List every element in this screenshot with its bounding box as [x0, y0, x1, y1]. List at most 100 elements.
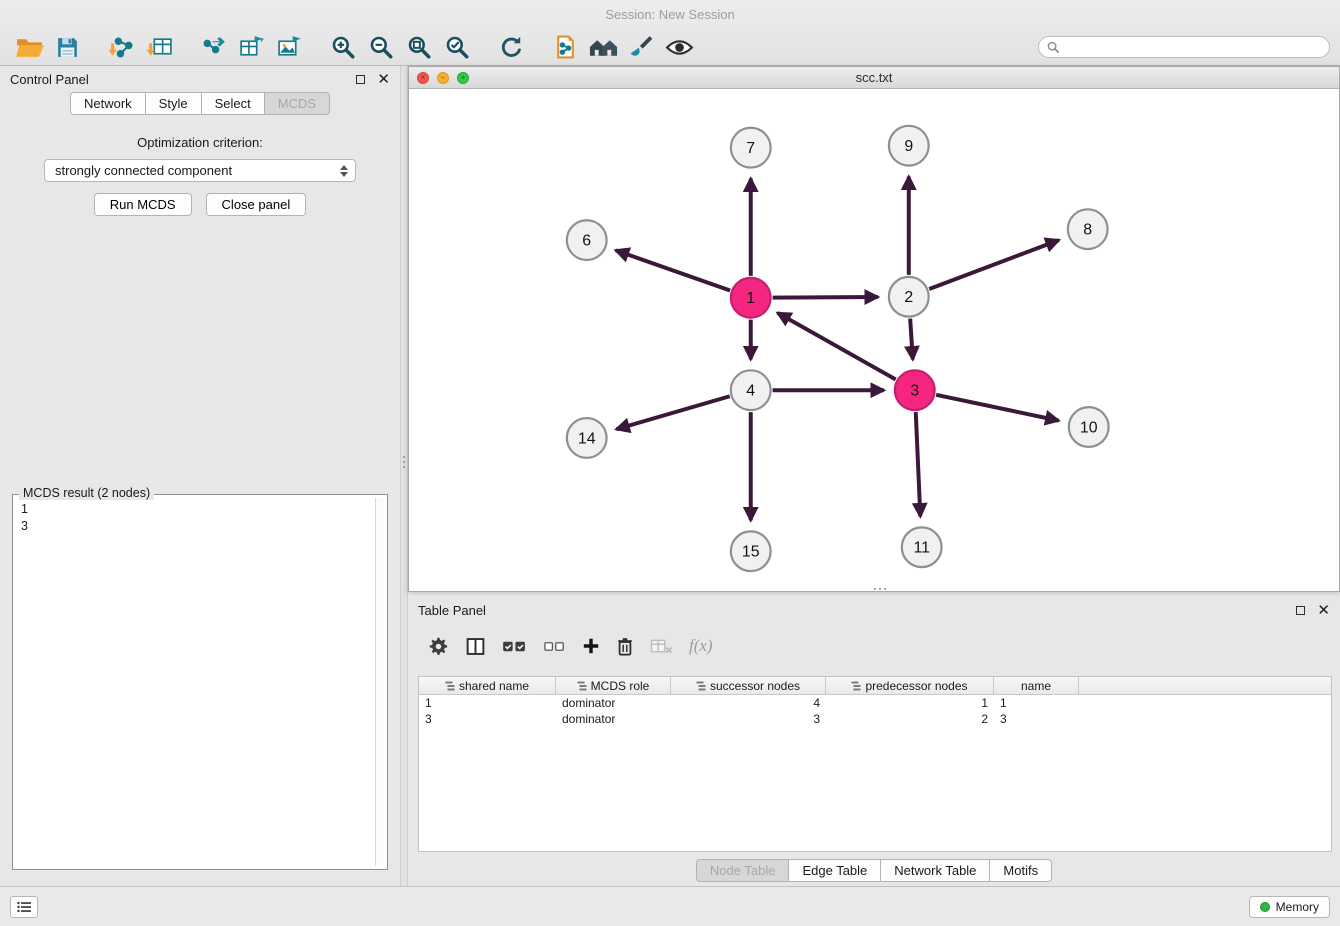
tab-network-table[interactable]: Network Table [880, 859, 990, 882]
node-label: 10 [1080, 419, 1098, 436]
edge-1-to-6[interactable] [616, 250, 730, 290]
network-view-window: scc.txt × – + 7 9 6 8 1 2 4 3 10 14 15 11 [408, 66, 1340, 592]
close-panel-button[interactable]: Close panel [206, 193, 307, 216]
import-table-button[interactable] [140, 31, 178, 63]
zoom-selected-button[interactable] [438, 31, 476, 63]
save-floppy-icon [55, 35, 80, 60]
import-network-button[interactable] [102, 31, 140, 63]
tab-motifs[interactable]: Motifs [989, 859, 1052, 882]
node-label: 11 [913, 540, 930, 557]
edge-2-to-3[interactable] [910, 319, 913, 360]
graph-node-4[interactable]: 4 [731, 370, 771, 410]
column-sort-icon [851, 681, 861, 691]
home-houses-icon [588, 35, 619, 59]
edge-3-to-11[interactable] [916, 412, 921, 516]
memory-label: Memory [1276, 900, 1319, 914]
graph-node-3[interactable]: 3 [895, 370, 935, 410]
console-button[interactable] [10, 896, 38, 918]
delete-table-button[interactable] [650, 633, 673, 659]
column-header-mcds-role[interactable]: MCDS role [556, 677, 671, 694]
graph-node-6[interactable]: 6 [567, 220, 607, 260]
column-header-shared-name[interactable]: shared name [419, 677, 556, 694]
export-image-icon [276, 35, 303, 60]
add-column-button[interactable] [582, 633, 600, 659]
import-network-icon [108, 35, 135, 60]
control-panel: Control Panel ✕ Network Style Select MCD… [0, 66, 400, 886]
status-bar: Memory [0, 886, 1340, 926]
table-settings-button[interactable] [428, 633, 449, 659]
graph-node-11[interactable]: 11 [902, 527, 942, 567]
share-document-button[interactable] [546, 31, 584, 63]
zoom-out-button[interactable] [362, 31, 400, 63]
graph-node-9[interactable]: 9 [889, 126, 929, 166]
apply-layout-button[interactable] [492, 31, 530, 63]
result-scrollbar[interactable] [375, 498, 384, 866]
float-panel-icon[interactable] [356, 75, 365, 84]
graph-node-14[interactable]: 14 [567, 418, 607, 458]
deselect-all-rows-button[interactable] [543, 633, 566, 659]
window-resize-handle-icon[interactable] [874, 588, 886, 590]
search-box[interactable] [1038, 36, 1330, 58]
export-network-button[interactable] [194, 31, 232, 63]
save-session-button[interactable] [48, 31, 86, 63]
tab-style[interactable]: Style [145, 92, 202, 115]
graph-node-15[interactable]: 15 [731, 531, 771, 571]
open-file-button[interactable] [10, 31, 48, 63]
close-panel-icon[interactable]: ✕ [377, 72, 390, 87]
node-label: 1 [746, 290, 755, 307]
memory-button[interactable]: Memory [1249, 896, 1330, 918]
graph-node-10[interactable]: 10 [1069, 407, 1109, 447]
close-table-panel-icon[interactable]: ✕ [1317, 603, 1330, 618]
list-icon [17, 901, 31, 913]
table-toolbar: f(x) [408, 623, 1340, 667]
column-header-successor-nodes[interactable]: successor nodes [671, 677, 826, 694]
delete-column-button[interactable] [616, 633, 634, 659]
export-image-button[interactable] [270, 31, 308, 63]
edge-2-to-8[interactable] [929, 240, 1059, 289]
home-button[interactable] [584, 31, 622, 63]
dropdown-stepper-icon [340, 165, 348, 177]
edge-3-to-10[interactable] [936, 395, 1058, 421]
graph-node-2[interactable]: 2 [889, 277, 929, 317]
export-table-icon [238, 35, 265, 60]
edge-3-to-1[interactable] [778, 313, 896, 380]
table-row[interactable]: 3 dominator 3 2 3 [419, 711, 1331, 727]
function-builder-button[interactable]: f(x) [689, 633, 713, 659]
network-graph[interactable]: 7 9 6 8 1 2 4 3 10 14 15 11 [409, 90, 1339, 591]
tab-select[interactable]: Select [201, 92, 265, 115]
network-window-titlebar[interactable]: scc.txt × – + [409, 67, 1339, 89]
network-canvas-area[interactable]: 7 9 6 8 1 2 4 3 10 14 15 11 [409, 90, 1339, 591]
graph-node-7[interactable]: 7 [731, 128, 771, 168]
column-header-predecessor-nodes[interactable]: predecessor nodes [826, 677, 994, 694]
edge-4-to-14[interactable] [616, 396, 729, 429]
share-document-icon [553, 34, 578, 60]
table-row[interactable]: 1 dominator 4 1 1 [419, 695, 1331, 711]
column-sort-icon [696, 681, 706, 691]
select-all-rows-button[interactable] [502, 633, 527, 659]
tab-node-table[interactable]: Node Table [696, 859, 790, 882]
float-table-panel-icon[interactable] [1296, 606, 1305, 615]
node-label: 2 [904, 289, 913, 306]
window-titlebar: Session: New Session [0, 0, 1340, 28]
import-table-icon [146, 35, 173, 60]
export-table-button[interactable] [232, 31, 270, 63]
graph-node-8[interactable]: 8 [1068, 209, 1108, 249]
run-mcds-button[interactable]: Run MCDS [94, 193, 192, 216]
zoom-in-button[interactable] [324, 31, 362, 63]
app-header: Session: New Session [0, 0, 1340, 66]
criterion-dropdown[interactable]: strongly connected component [44, 159, 356, 182]
open-folder-icon [15, 35, 44, 60]
search-input[interactable] [1065, 40, 1321, 54]
show-hide-graphics-button[interactable] [660, 31, 698, 63]
paint-style-button[interactable] [622, 31, 660, 63]
graph-node-1[interactable]: 1 [731, 278, 771, 318]
tab-network[interactable]: Network [70, 92, 146, 115]
panel-splitter[interactable] [400, 66, 408, 886]
tab-mcds[interactable]: MCDS [264, 92, 330, 115]
edge-1-to-2[interactable] [773, 297, 878, 298]
column-header-name[interactable]: name [994, 677, 1079, 694]
fx-icon: f(x) [689, 636, 713, 656]
zoom-fit-button[interactable] [400, 31, 438, 63]
column-visibility-button[interactable] [465, 633, 486, 659]
tab-edge-table[interactable]: Edge Table [788, 859, 881, 882]
